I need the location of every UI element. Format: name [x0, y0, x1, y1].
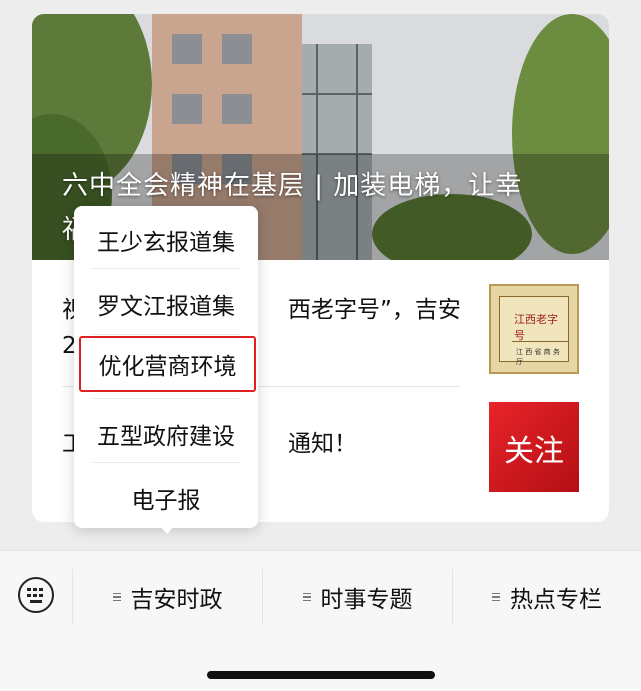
menu-separator [91, 268, 241, 269]
menu-lines-icon [492, 591, 502, 604]
plaque-line [512, 341, 568, 342]
menu-separator [91, 334, 241, 335]
keyboard-icon[interactable] [18, 577, 54, 613]
plaque-text: 江西老字号 [514, 313, 558, 342]
tab-jian-politics[interactable]: 吉安时政 [73, 575, 262, 619]
home-indicator[interactable] [207, 671, 435, 679]
tab-hot-columns[interactable]: 热点专栏 [453, 575, 641, 619]
article-text-tail: 通知！ [288, 431, 357, 457]
tab-label: 热点专栏 [510, 587, 602, 613]
tab-label: 吉安时政 [130, 587, 223, 613]
tab-label: 时事专题 [320, 587, 413, 613]
article-thumbnail-follow[interactable]: 关注 [489, 402, 579, 492]
popup-arrow [159, 525, 175, 534]
hero-title: 六中全会精神在基层 | 加装电梯，让幸 [62, 171, 523, 201]
submenu-popup: 王少玄报道集 罗文江报道集 优化营商环境 五型政府建设 电子报 [74, 206, 258, 528]
menu-separator [91, 462, 241, 463]
menu-lines-icon [302, 591, 313, 604]
menu-lines-icon [112, 591, 123, 604]
menu-separator [91, 398, 241, 399]
menu-item-e-newspaper[interactable]: 电子报 [74, 466, 258, 530]
menu-item-business-environment[interactable]: 优化营商环境 [79, 336, 256, 392]
plaque-image: 江西老字号 江 西 省 商 务 厅 [499, 296, 569, 366]
follow-label: 关注 [504, 434, 564, 469]
menu-item-government-building[interactable]: 五型政府建设 [74, 402, 258, 466]
article-text-tail: 西老字号”，吉安 [288, 297, 461, 323]
menu-item-wang-shaoxuan[interactable]: 王少玄报道集 [74, 208, 258, 272]
bottom-menu-bar: 吉安时政 时事专题 热点专栏 [0, 550, 641, 691]
plaque-subtext: 江 西 省 商 务 厅 [516, 348, 560, 366]
tab-current-topics[interactable]: 时事专题 [263, 575, 452, 619]
article-thumbnail-plaque[interactable]: 江西老字号 江 西 省 商 务 厅 [489, 284, 579, 374]
menu-item-luo-wenjiang[interactable]: 罗文江报道集 [74, 272, 258, 336]
